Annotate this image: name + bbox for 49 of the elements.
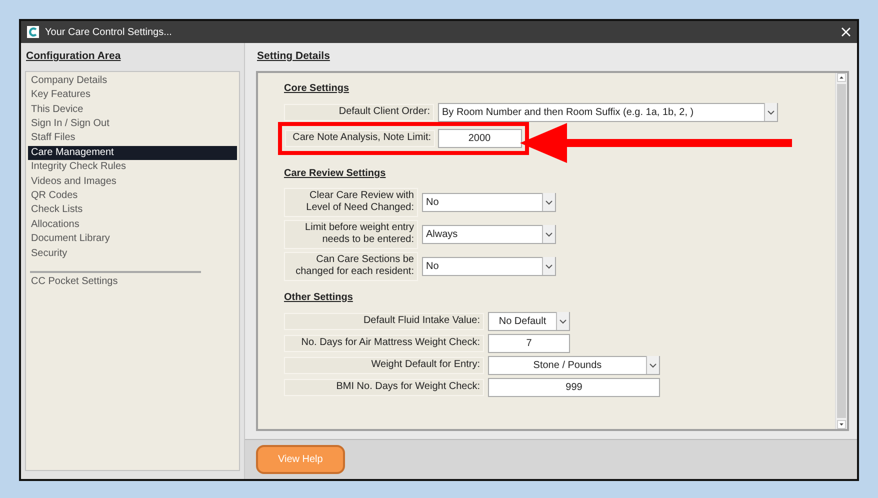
sidebar-item[interactable]: Security [28,246,237,262]
sidebar-item[interactable]: Allocations [28,218,237,232]
setting-label: BMI No. Days for Weight Check: [284,379,484,396]
dropdown-field[interactable]: No [422,192,556,212]
scrollbar[interactable] [835,72,847,429]
section-heading: Care Review Settings [284,166,386,181]
dropdown-field[interactable]: Stone / Pounds [488,356,660,375]
sidebar-item[interactable]: Staff Files [28,131,237,146]
input-field[interactable]: 999 [488,378,660,397]
setting-label: Care Note Analysis, Note Limit: [285,130,435,146]
app-logo-icon [27,26,39,38]
dropdown-field[interactable]: No [422,256,556,276]
caret-icon [649,362,657,368]
section-heading: Core Settings [284,82,350,96]
input-field[interactable]: 7 [488,334,570,353]
sidebar-item[interactable]: Company Details [28,74,237,88]
caret-icon [767,110,775,115]
sidebar-item[interactable]: Sign In / Sign Out [28,116,237,132]
setting-label: Clear Care Review with Level of Need Changed: [284,188,418,217]
setting-label: Can Care Sections be changed for each resident: [284,252,418,281]
section-heading: Other Settings [284,290,353,305]
sidebar-item[interactable]: Key Features [28,88,237,103]
setting-label: No. Days for Air Mattress Weight Check: [284,335,484,352]
sidebar-item[interactable]: QR Codes [28,189,237,204]
caret-icon [545,200,553,205]
window-title: Your Care Control Settings... [45,26,172,40]
caret-icon [559,318,567,324]
sidebar-item[interactable]: CC Pocket Settings [28,275,237,290]
sidebar-item[interactable]: Document Library [28,232,237,247]
sidebar-item[interactable]: Videos and Images [28,174,237,189]
dropdown-field[interactable]: By Room Number and then Room Suffix (e.g. 1a, 1b, 2, ) [438,102,778,122]
setting-label: Weight Default for Entry: [284,357,484,374]
caret-icon [545,232,553,237]
sidebar-item[interactable]: Check Lists [28,203,237,218]
caret-icon [545,264,553,269]
setting-label: Default Client Order: [284,104,434,120]
sidebar-item[interactable]: Integrity Check Rules [28,160,237,175]
close-icon[interactable] [841,27,851,37]
sidebar-item[interactable]: Care Management [28,146,237,160]
panel-heading: Setting Details [257,49,330,64]
scroll-down-icon[interactable] [837,420,846,429]
input-field[interactable]: 2000 [438,128,522,148]
sidebar-item[interactable]: This Device [28,102,237,117]
panel-heading: Configuration Area [26,49,121,64]
setting-label: Limit before weight entry needs to be entered: [284,220,418,249]
dropdown-field[interactable]: Always [422,224,556,244]
setting-label: Default Fluid Intake Value: [284,313,484,330]
scroll-up-icon[interactable] [837,72,846,82]
dropdown-field[interactable]: No Default [488,312,570,331]
